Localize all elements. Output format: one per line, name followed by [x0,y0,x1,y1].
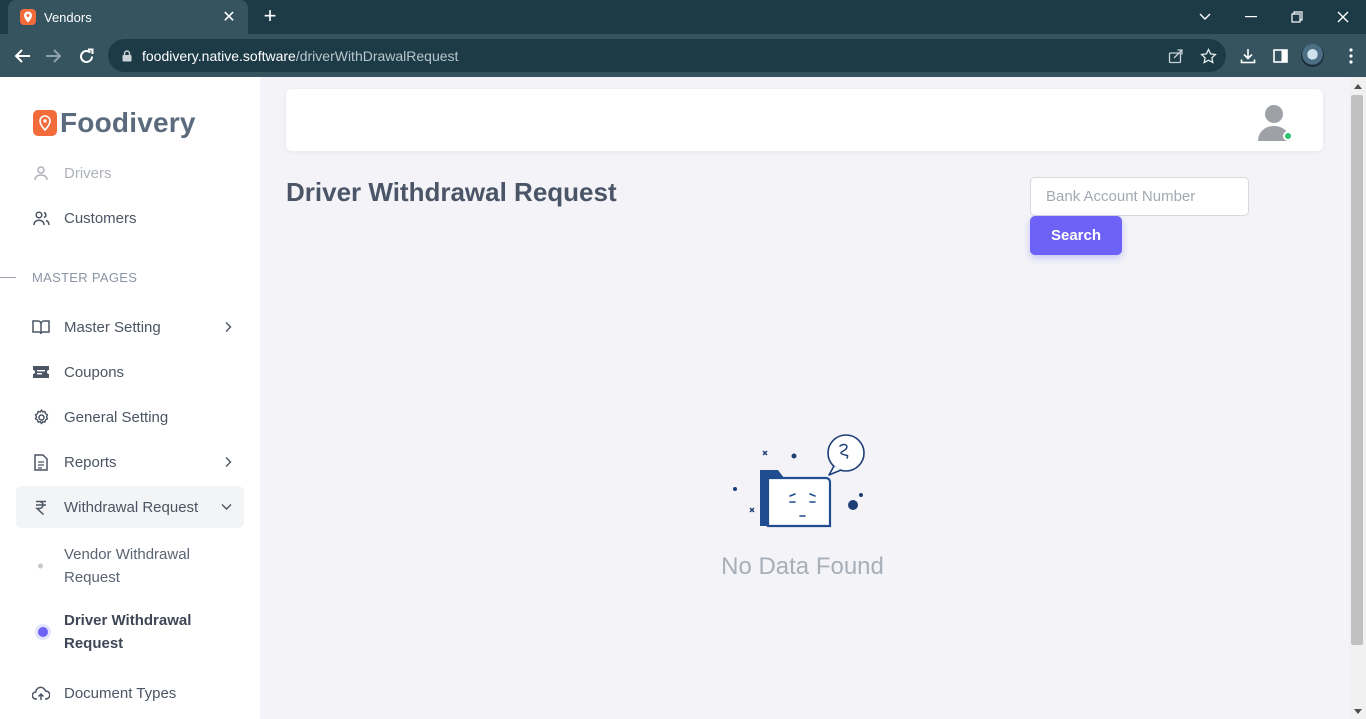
sidebar-subitem-label: Vendor Withdrawal Request [64,546,190,586]
empty-state-message: No Data Found [721,553,884,580]
online-status-dot [1283,131,1293,141]
gear-icon [32,408,50,426]
sidebar-subitem-vendor-withdrawal[interactable]: Vendor Withdrawal Request [16,543,244,589]
book-icon [32,318,50,336]
back-arrow-icon[interactable] [9,44,35,68]
sidebar-subitem-label: Driver Withdrawal Request [64,612,192,652]
forward-arrow-icon[interactable] [41,44,67,68]
sidebar-item-label: Master Setting [64,318,161,336]
address-bar[interactable]: foodivery.native.software/driverWithDraw… [108,39,1226,72]
section-label-master-pages: MASTER PAGES [32,270,138,285]
ticket-icon [32,363,50,381]
browser-tab[interactable]: Vendors ✕ [8,0,248,34]
scrollbar-thumb[interactable] [1351,95,1363,645]
sidebar-item-coupons[interactable]: Coupons [16,360,244,384]
page-title: Driver Withdrawal Request [286,177,617,207]
reload-icon[interactable] [73,44,99,68]
brand-name: Foodivery [60,107,196,138]
bookmark-star-icon[interactable] [1198,46,1218,66]
lock-icon [122,49,132,62]
sidebar-item-document-types[interactable]: Document Types [16,681,244,705]
sidebar-subitem-driver-withdrawal[interactable]: Driver Withdrawal Request [16,609,244,655]
sidebar-item-general-setting[interactable]: General Setting [16,405,244,429]
brand-logo[interactable]: Foodivery [33,107,196,139]
close-window-icon[interactable] [1320,0,1366,34]
sidebar-item-withdrawal-request[interactable]: Withdrawal Request [16,486,244,528]
section-divider [0,277,16,278]
restore-icon[interactable] [1274,0,1320,34]
location-pin-icon [33,110,57,136]
sidebar-item-label: General Setting [64,408,169,426]
sidebar-item-reports[interactable]: Reports [16,450,244,474]
document-icon [32,453,50,471]
sidebar-item-label: Drivers [64,164,112,182]
sidebar-item-label: Customers [64,209,137,227]
foodivery-favicon-icon [20,9,36,25]
download-icon[interactable] [1237,45,1259,67]
minimize-icon[interactable] [1228,0,1274,34]
chevron-right-icon [225,322,232,333]
sidebar-item-drivers[interactable]: Drivers [16,161,244,185]
bullet-dot-icon [38,563,43,569]
top-navbar [286,89,1323,151]
url-host: foodivery.native.software [142,47,296,64]
sidebar-item-label: Document Types [64,684,177,702]
scroll-down-arrow-icon[interactable] [1351,704,1364,718]
sidebar-item-customers[interactable]: Customers [16,206,244,230]
kebab-menu-icon[interactable] [1340,45,1362,67]
sidebar-item-master-setting[interactable]: Master Setting [16,315,244,339]
share-icon[interactable] [1166,46,1186,66]
sidebar-item-label: Reports [64,453,117,471]
user-avatar[interactable] [1257,103,1293,141]
chevron-down-icon [221,504,232,511]
chevron-right-icon [225,457,232,468]
browser-tab-bar: Vendors ✕ + [0,0,1366,34]
sidebar-item-label: Withdrawal Request [64,498,199,516]
user-icon [32,164,50,182]
profile-avatar-icon[interactable] [1301,44,1324,67]
search-button[interactable]: Search [1030,216,1122,255]
tab-search-icon[interactable] [1182,0,1228,34]
new-tab-icon[interactable]: + [258,5,282,28]
side-panel-icon[interactable] [1269,45,1291,67]
tab-title: Vendors [44,9,92,25]
cloud-upload-icon [32,684,50,702]
scroll-up-arrow-icon[interactable] [1351,79,1364,93]
empty-folder-illustration [726,430,870,534]
close-tab-icon[interactable]: ✕ [220,7,238,27]
sidebar: Foodivery Drivers Customers MASTER PAGES… [0,77,260,719]
rupee-icon [32,498,50,516]
users-icon [32,209,50,227]
url-path: /driverWithDrawalRequest [295,47,459,64]
sidebar-item-label: Coupons [64,363,125,381]
active-bullet-icon [38,627,48,637]
bank-account-search-input[interactable] [1030,177,1249,216]
